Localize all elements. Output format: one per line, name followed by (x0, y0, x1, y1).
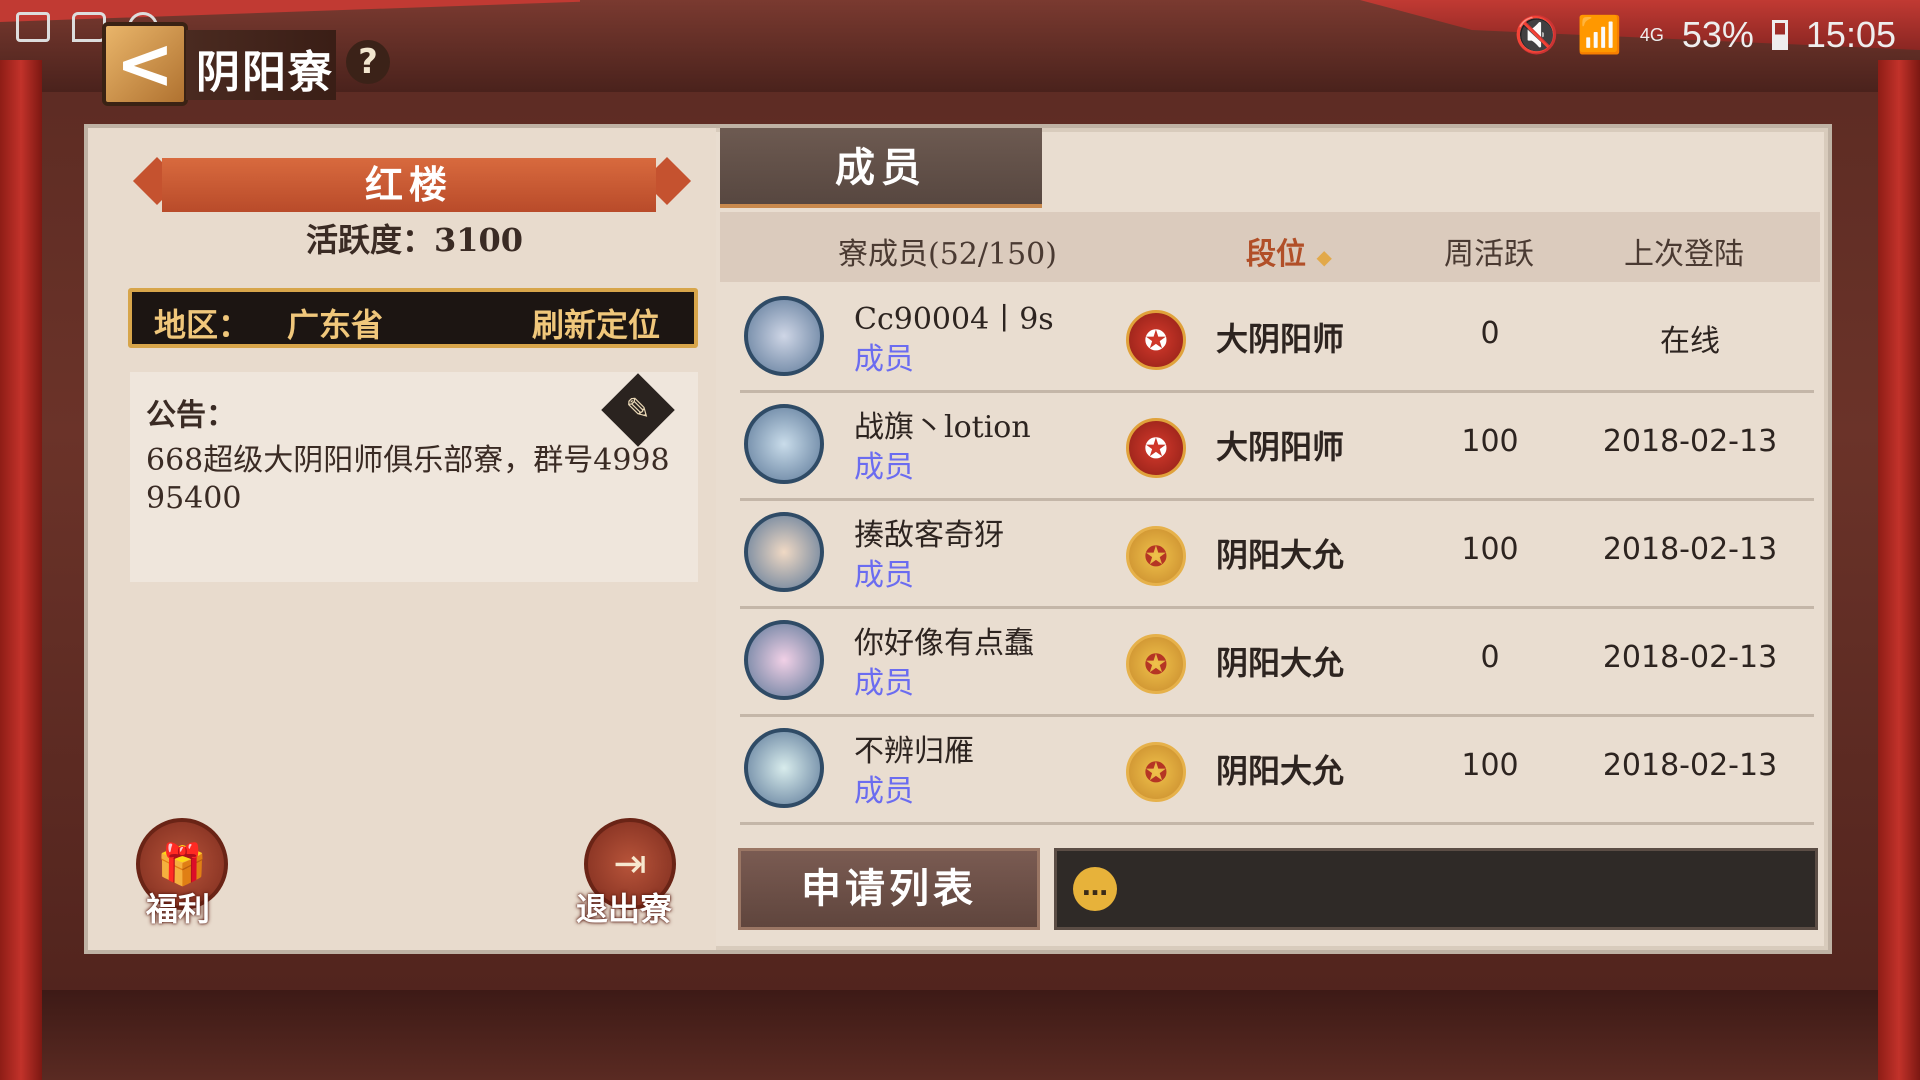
apply-list-button[interactable]: 申请列表 (738, 848, 1040, 930)
table-row[interactable]: 你好像有点蠢 成员 ✪ 阴阳大允 0 2018-02-13 (740, 608, 1814, 717)
notice-title: 公告： (146, 398, 236, 433)
mute-icon: 🔇 (1514, 14, 1559, 55)
member-name: 不辨归雁 (854, 734, 974, 769)
region-label: 地区： (154, 306, 251, 344)
gallery-icon (16, 12, 50, 42)
member-avatar[interactable] (744, 512, 824, 592)
member-name: 战旗丶lotion (854, 410, 1031, 445)
member-name: 揍敌客奇犽 (854, 518, 1004, 553)
quit-guild-label: 退出寮 (576, 890, 673, 928)
tab-members[interactable]: 成员 (720, 128, 1042, 208)
member-avatar[interactable] (744, 728, 824, 808)
member-rank: 阴阳大允 (1216, 536, 1345, 574)
region-bar: 地区： 广东省 刷新定位 (128, 288, 698, 348)
rank-emblem-icon: ✪ (1126, 526, 1186, 586)
rank-emblem-icon: ✪ (1126, 634, 1186, 694)
back-button[interactable]: < (102, 22, 188, 106)
member-avatar[interactable] (744, 296, 824, 376)
page-title: 阴阳寮 (196, 47, 334, 98)
member-role: 成员 (854, 342, 914, 377)
region-value: 广东省 (287, 306, 384, 344)
clock: 15:05 (1805, 14, 1896, 55)
welfare-label: 福利 (146, 890, 211, 928)
header-weekly: 周活跃 (1444, 237, 1534, 272)
member-avatar[interactable] (744, 404, 824, 484)
exit-icon: ⇥ (613, 841, 647, 887)
right-pillar (1878, 60, 1920, 1080)
gift-icon: 🎁 (157, 841, 207, 888)
chat-bubble-icon: … (1073, 867, 1117, 911)
network-type: 4G (1639, 24, 1664, 45)
member-last-login: 2018-02-13 (1602, 424, 1778, 459)
rank-emblem-icon: ✪ (1126, 742, 1186, 802)
member-rank: 大阴阳师 (1216, 428, 1345, 466)
member-last-login: 2018-02-13 (1602, 640, 1778, 675)
guild-activity: 活跃度：3100 (306, 221, 524, 259)
member-last-login: 2018-02-13 (1602, 748, 1778, 783)
member-rank: 阴阳大允 (1216, 752, 1345, 790)
header-last-login: 上次登陆 (1624, 237, 1744, 272)
sort-icon: ◆ (1316, 245, 1332, 269)
guild-name: 红楼 (162, 158, 656, 212)
chat-bar[interactable]: … (1054, 848, 1818, 930)
pencil-icon: ✎ (625, 392, 651, 427)
member-name: 你好像有点蠢 (854, 626, 1034, 661)
member-name: Cc90004丨9s (854, 302, 1054, 337)
battery-icon (1771, 20, 1788, 50)
wifi-icon: 📶 (1577, 14, 1622, 55)
left-pillar (0, 60, 42, 1080)
member-rank: 阴阳大允 (1216, 644, 1345, 682)
header-rank[interactable]: 段位 ◆ (1246, 229, 1332, 273)
table-header: 寮成员(52/150) 段位 ◆ 周活跃 上次登陆 (720, 212, 1820, 282)
member-role: 成员 (854, 558, 914, 593)
member-role: 成员 (854, 774, 914, 809)
notice-text: 668超级大阴阳师俱乐部寮，群号499895400 (146, 443, 670, 516)
member-last-login: 2018-02-13 (1602, 532, 1778, 567)
member-avatar[interactable] (744, 620, 824, 700)
member-rank: 大阴阳师 (1216, 320, 1345, 358)
battery-percent: 53% (1681, 14, 1754, 55)
help-button[interactable]: ? (346, 40, 390, 84)
rank-emblem-icon: ✪ (1126, 310, 1186, 370)
header-members: 寮成员(52/150) (838, 237, 1057, 272)
table-row[interactable]: 揍敌客奇犽 成员 ✪ 阴阳大允 100 2018-02-13 (740, 500, 1814, 609)
table-row[interactable]: 战旗丶lotion 成员 ✪ 大阴阳师 100 2018-02-13 (740, 392, 1814, 501)
member-role: 成员 (854, 666, 914, 701)
member-last-login: 在线 (1660, 324, 1720, 359)
rank-emblem-icon: ✪ (1126, 418, 1186, 478)
edit-notice-button[interactable]: ✎ (601, 373, 675, 447)
header-rank-label: 段位 (1246, 237, 1306, 272)
message-icon (72, 12, 106, 42)
table-row[interactable]: 不辨归雁 成员 ✪ 阴阳大允 100 2018-02-13 (740, 716, 1814, 825)
floor (42, 990, 1878, 1080)
table-row[interactable]: Cc90004丨9s 成员 ✪ 大阴阳师 0 在线 (740, 284, 1814, 393)
chevron-left-icon: < (115, 23, 175, 105)
member-role: 成员 (854, 450, 914, 485)
refresh-location-button[interactable]: 刷新定位 (532, 300, 660, 346)
status-bar: 🔇 📶 4G 53% 15:05 (1514, 10, 1896, 60)
